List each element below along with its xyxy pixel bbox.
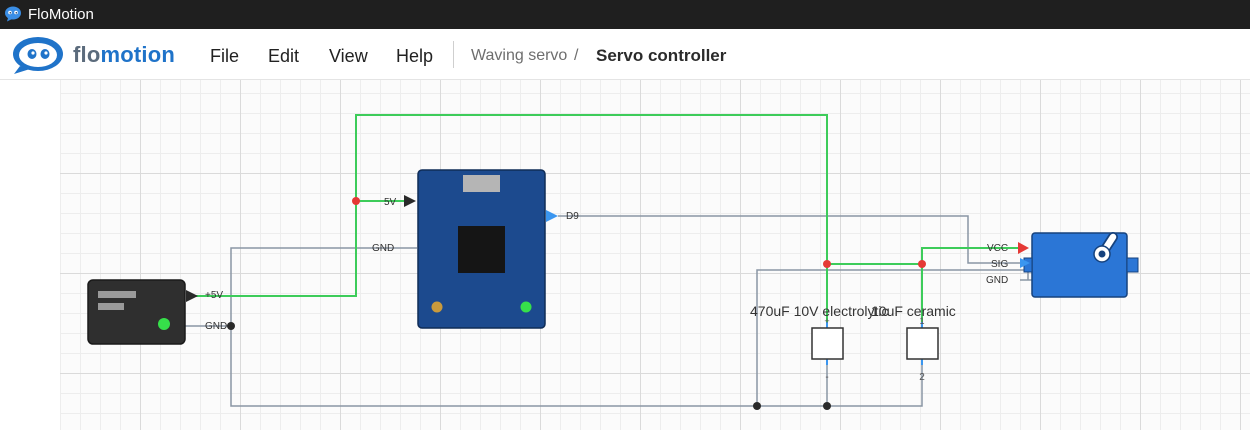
wire-d9-signal[interactable]	[558, 215, 1020, 264]
power-supply-module[interactable]	[87, 279, 198, 345]
supply-pin-gnd-label: GND	[205, 321, 227, 332]
wire-gnd-arduino[interactable]	[230, 247, 923, 407]
servo-pin-sig-label: SIG	[991, 259, 1008, 270]
arduino-d9-pin-arrow[interactable]	[546, 210, 558, 222]
supply-pin-5v-label: +5V	[205, 290, 223, 301]
capacitor-ceramic-label: 10uF ceramic	[871, 303, 956, 319]
capacitor-electrolytic[interactable]	[811, 322, 844, 365]
junction-gnd-bus-left[interactable]	[753, 402, 761, 410]
capacitor-electrolytic-pin-negative: -	[825, 372, 828, 383]
schematic-diagram: +5V GND 5V GND D9 VCC SIG GND + - 1 2 47…	[87, 114, 1139, 410]
junction-5v[interactable]	[352, 197, 360, 205]
junction-vcc-cap2[interactable]	[918, 260, 926, 268]
arduino-pin-d9-label: D9	[566, 211, 579, 222]
capacitor-ceramic[interactable]	[906, 322, 939, 365]
junction-gnd-supply[interactable]	[227, 322, 235, 330]
servo-pin-vcc-label: VCC	[987, 243, 1008, 254]
arduino-pin-gnd-label: GND	[372, 243, 394, 254]
wire-gnd-servo[interactable]	[756, 269, 1029, 406]
junction-vcc-cap1[interactable]	[823, 260, 831, 268]
arduino-board[interactable]	[404, 169, 558, 329]
arduino-pin-5v-label: 5V	[384, 197, 397, 208]
junction-gnd-bus-right[interactable]	[823, 402, 831, 410]
arduino-5v-pin-arrow[interactable]	[404, 195, 416, 207]
servo-pin-gnd-label: GND	[986, 275, 1008, 286]
capacitor-ceramic-pin-2: 2	[919, 372, 925, 383]
capacitor-electrolytic-label: 470uF 10V electrolytic	[750, 303, 889, 319]
supply-5v-pin-arrow[interactable]	[186, 290, 198, 302]
servo-vcc-pin-arrow[interactable]	[1018, 242, 1029, 254]
servo-motor[interactable]	[1018, 232, 1139, 298]
